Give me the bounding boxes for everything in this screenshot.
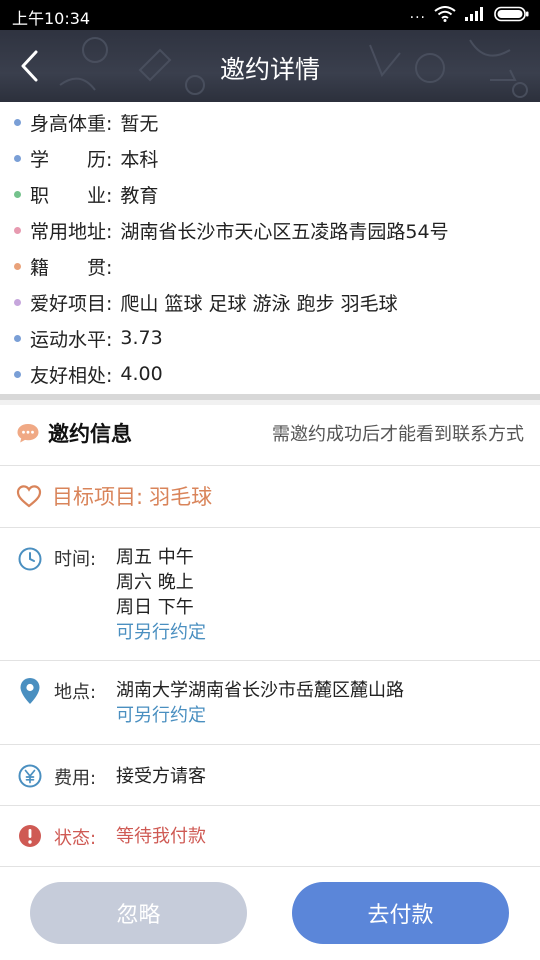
bullet-icon (14, 190, 21, 198)
profile-row-height-weight: 身高体重: 暂无 (14, 104, 158, 140)
profile-value: 湖南省长沙市天心区五凌路青园路54号 (120, 220, 449, 243)
yen-icon (18, 764, 42, 788)
status-time: 上午10:34 (12, 9, 91, 28)
target-label: 目标项目: (52, 485, 144, 509)
place-negotiable: 可另行约定 (116, 705, 206, 726)
profile-label: 运动水平: (30, 328, 113, 351)
alert-icon (19, 825, 41, 847)
profile-value: 4.00 (120, 363, 163, 385)
bullet-icon (14, 118, 21, 126)
place-values: 湖南大学湖南省长沙市岳麓区麓山路 可另行约定 (116, 678, 404, 728)
time-label: 时间: (54, 549, 97, 570)
time-option: 周五 中午 (116, 547, 194, 568)
profile-row-sport-level: 运动水平: 3.73 (14, 320, 163, 356)
wifi-icon (434, 6, 456, 22)
signal-icon (465, 7, 483, 21)
heart-icon (16, 485, 42, 508)
invite-info-title: 邀约信息 (48, 422, 132, 446)
fee-value: 接受方请客 (116, 766, 206, 787)
ignore-button[interactable]: 忽略 (30, 882, 247, 944)
status-bar: 上午10:34 ... (0, 0, 540, 30)
invite-info-header: 邀约信息 (16, 405, 132, 461)
nav-bar: 邀约详情 (0, 30, 540, 102)
profile-label: 常用地址: (30, 220, 113, 243)
profile-value: 教育 (120, 184, 159, 207)
profile-label: 爱好项目: (30, 292, 113, 315)
bullet-icon (14, 334, 21, 342)
profile-value: 暂无 (120, 112, 159, 135)
more-dots-icon: ... (409, 6, 426, 22)
clock-icon (18, 547, 42, 571)
battery-icon (494, 6, 529, 22)
profile-row-friendliness: 友好相处: 4.00 (14, 356, 163, 392)
profile-row-address: 常用地址: 湖南省长沙市天心区五凌路青园路54号 (14, 212, 449, 248)
divider (0, 527, 540, 528)
profile-label: 学 历: (30, 148, 113, 171)
profile-label: 友好相处: (30, 364, 113, 387)
profile-row-hometown: 籍 贯: (14, 248, 120, 284)
profile-value: 本科 (120, 148, 159, 171)
divider (0, 744, 540, 745)
state-value: 等待我付款 (116, 826, 206, 847)
status-icons: ... (410, 6, 530, 22)
profile-label: 籍 贯: (30, 256, 113, 279)
bullet-icon (14, 370, 21, 378)
profile-label: 身高体重: (30, 112, 113, 135)
target-sport-row: 目标项目: 羽毛球 (16, 467, 212, 525)
profile-value: 爬山 篮球 足球 游泳 跑步 羽毛球 (120, 292, 398, 315)
place-value: 湖南大学湖南省长沙市岳麓区麓山路 (116, 680, 404, 701)
page-title: 邀约详情 (219, 55, 320, 84)
location-pin-icon (20, 678, 40, 704)
time-option: 周六 晚上 (116, 572, 194, 593)
time-negotiable: 可另行约定 (116, 622, 206, 643)
state-label: 状态: (54, 828, 97, 849)
contact-note: 需邀约成功后才能看到联系方式 (272, 424, 524, 445)
time-option: 周日 下午 (116, 597, 194, 618)
divider (0, 660, 540, 661)
place-label: 地点: (54, 682, 97, 703)
profile-row-hobbies: 爱好项目: 爬山 篮球 足球 游泳 跑步 羽毛球 (14, 284, 398, 320)
bullet-icon (14, 226, 21, 234)
divider (0, 465, 540, 466)
profile-label: 职 业: (30, 184, 113, 207)
pay-button[interactable]: 去付款 (292, 882, 509, 944)
divider (0, 805, 540, 806)
profile-value: 3.73 (120, 327, 163, 349)
bullet-icon (14, 262, 21, 270)
bullet-icon (14, 154, 21, 162)
bullet-icon (14, 298, 21, 306)
profile-details: 身高体重: 暂无 学 历: 本科 职 业: 教育 常用地址: 湖南省长沙市天心区… (0, 102, 540, 392)
target-value: 羽毛球 (149, 485, 213, 509)
divider (0, 866, 540, 867)
chat-bubble-icon (17, 424, 39, 443)
profile-row-occupation: 职 业: 教育 (14, 176, 158, 212)
fee-label: 费用: (54, 768, 97, 789)
time-values: 周五 中午 周六 晚上 周日 下午 可另行约定 (116, 545, 206, 645)
profile-row-education: 学 历: 本科 (14, 140, 158, 176)
